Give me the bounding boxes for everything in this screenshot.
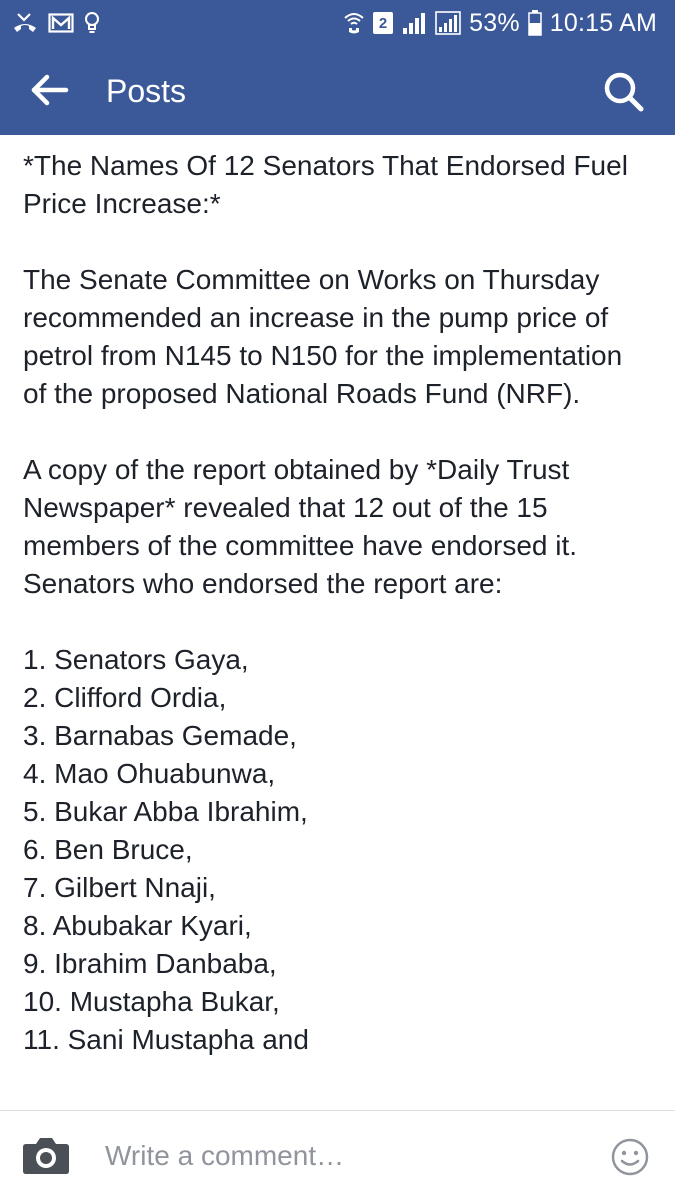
list-item: 11. Sani Mustapha and [23,1024,309,1055]
post-paragraph: A copy of the report obtained by *Daily … [23,454,578,599]
list-item: 5. Bukar Abba Ibrahim, [23,796,308,827]
emoji-button[interactable] [610,1137,650,1177]
list-item: 1. Senators Gaya, [23,644,249,675]
list-item: 3. Barnabas Gemade, [23,720,297,751]
signal-icon-2 [435,11,461,35]
list-item: 4. Mao Ohuabunwa, [23,758,276,789]
post-title: *The Names Of 12 Senators That Endorsed … [23,150,628,219]
back-arrow-icon [31,74,69,106]
search-button[interactable] [601,69,647,115]
comment-bar [0,1110,675,1201]
clock: 10:15 AM [549,8,657,37]
status-bar-system: 2 53% 10:15 AM [343,6,657,40]
post-paragraph: The Senate Committee on Works on Thursda… [23,264,623,409]
list-item: 2. Clifford Ordia, [23,682,227,713]
list-item: 6. Ben Bruce, [23,834,193,865]
list-item: 9. Ibrahim Danbaba, [23,948,277,979]
signal-icon [401,11,427,35]
battery-icon [528,10,542,36]
wifi-calling-icon [343,10,365,36]
sim-icon: 2 [373,12,394,34]
senator-list: 1. Senators Gaya, 2. Clifford Ordia, 3. … [23,641,653,1059]
smiley-icon [611,1138,649,1176]
status-bar-notifications [12,8,100,38]
camera-icon [23,1138,69,1174]
list-item: 8. Abubakar Kyari, [23,910,252,941]
app-header: Posts [0,45,675,135]
comment-input[interactable] [105,1137,575,1175]
lightbulb-icon [84,11,100,35]
missed-call-icon [12,12,38,34]
post-body: *The Names Of 12 Senators That Endorsed … [23,147,653,1059]
camera-button[interactable] [22,1135,70,1175]
page-title: Posts [106,73,187,109]
gmail-icon [48,12,74,34]
list-item: 10. Mustapha Bukar, [23,986,280,1017]
list-item: 7. Gilbert Nnaji, [23,872,216,903]
battery-percent: 53% [469,8,520,37]
search-icon [604,72,644,112]
status-bar: 2 53% 10:15 AM [0,0,675,45]
back-button[interactable] [28,70,74,110]
